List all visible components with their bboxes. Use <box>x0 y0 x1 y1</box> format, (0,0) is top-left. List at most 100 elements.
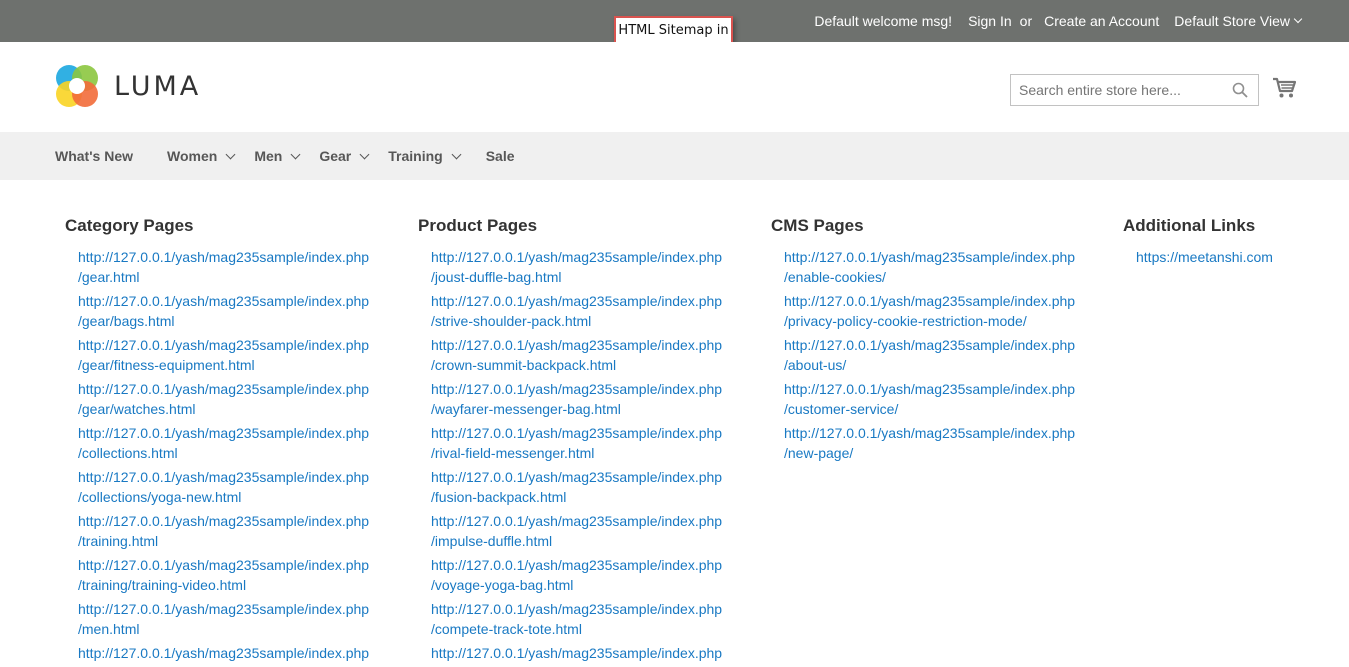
nav-item-women[interactable]: Women <box>167 148 236 164</box>
sitemap-link-anchor[interactable]: http://127.0.0.1/yash/mag235sample/index… <box>431 247 758 287</box>
create-account-link[interactable]: Create an Account <box>1044 13 1159 29</box>
nav-label: Women <box>167 148 218 164</box>
sitemap-link-anchor[interactable]: http://127.0.0.1/yash/mag235sample/index… <box>78 423 405 463</box>
sitemap-link-anchor[interactable]: http://127.0.0.1/yash/mag235sample/index… <box>78 643 405 663</box>
link-text-line-1: http://127.0.0.1/yash/mag235sample/index… <box>78 513 370 529</box>
column-heading: Product Pages <box>418 216 538 235</box>
sitemap-link-anchor[interactable]: http://127.0.0.1/yash/mag235sample/index… <box>78 555 405 595</box>
sitemap-link-anchor[interactable]: http://127.0.0.1/yash/mag235sample/index… <box>431 379 758 419</box>
sitemap-link[interactable]: http://127.0.0.1/yash/mag235sample/index… <box>784 379 1111 419</box>
sitemap-link-anchor[interactable]: http://127.0.0.1/yash/mag235sample/index… <box>431 643 758 663</box>
sitemap-link-anchor[interactable]: http://127.0.0.1/yash/mag235sample/index… <box>78 291 405 331</box>
sitemap-link-anchor[interactable]: https://meetanshi.com <box>1136 247 1343 267</box>
chevron-down-icon <box>225 149 236 159</box>
sitemap-link-anchor[interactable]: http://127.0.0.1/yash/mag235sample/index… <box>784 423 1111 463</box>
sitemap-link[interactable]: http://127.0.0.1/yash/mag235sample/index… <box>431 643 758 663</box>
sitemap-link-anchor[interactable]: http://127.0.0.1/yash/mag235sample/index… <box>431 291 758 331</box>
sitemap-link-anchor[interactable]: http://127.0.0.1/yash/mag235sample/index… <box>78 335 405 375</box>
link-text-line-1: http://127.0.0.1/yash/mag235sample/index… <box>78 469 370 485</box>
store-switcher[interactable]: Default Store View <box>1174 13 1303 29</box>
sitemap-link-anchor[interactable]: http://127.0.0.1/yash/mag235sample/index… <box>431 555 758 595</box>
logo[interactable]: LUMA <box>55 64 201 108</box>
welcome-message: Default welcome msg! <box>814 13 953 29</box>
sitemap-link-anchor[interactable]: http://127.0.0.1/yash/mag235sample/index… <box>784 291 1111 331</box>
sitemap-link[interactable]: http://127.0.0.1/yash/mag235sample/index… <box>78 467 405 507</box>
link-text-line-1: http://127.0.0.1/yash/mag235sample/index… <box>78 425 370 441</box>
nav-item-sale[interactable]: Sale <box>486 148 515 164</box>
sitemap-link-anchor[interactable]: http://127.0.0.1/yash/mag235sample/index… <box>431 335 758 375</box>
sitemap-link[interactable]: http://127.0.0.1/yash/mag235sample/index… <box>431 511 758 551</box>
link-text-line-1: http://127.0.0.1/yash/mag235sample/index… <box>431 645 723 661</box>
sign-in-link[interactable]: Sign In <box>968 13 1012 29</box>
search-icon[interactable] <box>1232 82 1248 98</box>
link-list: http://127.0.0.1/yash/mag235sample/index… <box>418 247 758 663</box>
sitemap-link[interactable]: http://127.0.0.1/yash/mag235sample/index… <box>784 423 1111 463</box>
link-text-line-2: /crown-summit-backpack.html <box>431 357 617 373</box>
sitemap-link-anchor[interactable]: http://127.0.0.1/yash/mag235sample/index… <box>431 423 758 463</box>
nav-label: Gear <box>319 148 352 164</box>
sitemap-link[interactable]: http://127.0.0.1/yash/mag235sample/index… <box>784 291 1111 331</box>
store-view-label: Default Store View <box>1174 13 1290 29</box>
luma-logo-icon <box>55 64 99 108</box>
link-text-line-1: http://127.0.0.1/yash/mag235sample/index… <box>784 249 1076 265</box>
main-navigation: What's New Women Men Gear Training Sale <box>0 132 1349 180</box>
sitemap-link-anchor[interactable]: http://127.0.0.1/yash/mag235sample/index… <box>431 599 758 639</box>
link-text-line-2: /privacy-policy-cookie-restriction-mode/ <box>784 313 1027 329</box>
sitemap-link[interactable]: http://127.0.0.1/yash/mag235sample/index… <box>78 511 405 551</box>
sitemap-link-anchor[interactable]: http://127.0.0.1/yash/mag235sample/index… <box>78 379 405 419</box>
sitemap-link-anchor[interactable]: http://127.0.0.1/yash/mag235sample/index… <box>784 379 1111 419</box>
shopping-cart-icon[interactable] <box>1272 77 1296 99</box>
link-text-line-2: /voyage-yoga-bag.html <box>431 577 574 593</box>
nav-item-whats-new[interactable]: What's New <box>55 148 133 164</box>
link-text-line-1: http://127.0.0.1/yash/mag235sample/index… <box>431 601 723 617</box>
link-text-line-2: /gear/watches.html <box>78 401 196 417</box>
or-separator: or <box>1019 13 1033 29</box>
nav-item-men[interactable]: Men <box>254 148 301 164</box>
link-list: https://meetanshi.com <box>1123 247 1343 267</box>
sitemap-link[interactable]: http://127.0.0.1/yash/mag235sample/index… <box>78 599 405 639</box>
link-text-line-1: http://127.0.0.1/yash/mag235sample/index… <box>784 337 1076 353</box>
sitemap-column-product: Product Pages http://127.0.0.1/yash/mag2… <box>418 216 758 667</box>
sitemap-link[interactable]: http://127.0.0.1/yash/mag235sample/index… <box>431 379 758 419</box>
column-heading: Category Pages <box>65 216 194 235</box>
sitemap-link-anchor[interactable]: http://127.0.0.1/yash/mag235sample/index… <box>431 467 758 507</box>
sitemap-link[interactable]: http://127.0.0.1/yash/mag235sample/index… <box>78 335 405 375</box>
sitemap-link[interactable]: http://127.0.0.1/yash/mag235sample/index… <box>431 335 758 375</box>
sitemap-link[interactable]: http://127.0.0.1/yash/mag235sample/index… <box>78 379 405 419</box>
sitemap-link[interactable]: http://127.0.0.1/yash/mag235sample/index… <box>431 599 758 639</box>
sitemap-link-anchor[interactable]: http://127.0.0.1/yash/mag235sample/index… <box>431 511 758 551</box>
sitemap-link-anchor[interactable]: http://127.0.0.1/yash/mag235sample/index… <box>78 467 405 507</box>
sitemap-link[interactable]: http://127.0.0.1/yash/mag235sample/index… <box>431 555 758 595</box>
link-text-line-1: http://127.0.0.1/yash/mag235sample/index… <box>78 381 370 397</box>
chevron-down-icon <box>451 149 462 159</box>
sitemap-link[interactable]: http://127.0.0.1/yash/mag235sample/index… <box>784 247 1111 287</box>
sitemap-link-anchor[interactable]: http://127.0.0.1/yash/mag235sample/index… <box>78 599 405 639</box>
logo-text: LUMA <box>114 70 202 102</box>
link-text-line-2: /fusion-backpack.html <box>431 489 567 505</box>
link-text-line-2: /gear/bags.html <box>78 313 175 329</box>
sitemap-link[interactable]: http://127.0.0.1/yash/mag235sample/index… <box>78 423 405 463</box>
sitemap-link[interactable]: http://127.0.0.1/yash/mag235sample/index… <box>431 423 758 463</box>
link-text-line-2: /training.html <box>78 533 159 549</box>
sitemap-link-anchor[interactable]: http://127.0.0.1/yash/mag235sample/index… <box>784 335 1111 375</box>
page-header: LUMA <box>0 42 1349 132</box>
sitemap-link[interactable]: http://127.0.0.1/yash/mag235sample/index… <box>784 335 1111 375</box>
sitemap-link[interactable]: http://127.0.0.1/yash/mag235sample/index… <box>431 247 758 287</box>
search-box <box>1010 74 1259 106</box>
search-input[interactable] <box>1011 75 1221 105</box>
link-text-line-2: /about-us/ <box>784 357 847 373</box>
sitemap-link[interactable]: http://127.0.0.1/yash/mag235sample/index… <box>78 643 405 663</box>
sitemap-link[interactable]: http://127.0.0.1/yash/mag235sample/index… <box>78 555 405 595</box>
nav-item-training[interactable]: Training <box>388 148 462 164</box>
sitemap-link-anchor[interactable]: http://127.0.0.1/yash/mag235sample/index… <box>784 247 1111 287</box>
sitemap-link[interactable]: http://127.0.0.1/yash/mag235sample/index… <box>78 247 405 287</box>
sitemap-link[interactable]: http://127.0.0.1/yash/mag235sample/index… <box>431 467 758 507</box>
sitemap-link-anchor[interactable]: http://127.0.0.1/yash/mag235sample/index… <box>78 247 405 287</box>
sitemap-link[interactable]: http://127.0.0.1/yash/mag235sample/index… <box>78 291 405 331</box>
sitemap-link[interactable]: https://meetanshi.com <box>1136 247 1343 267</box>
nav-item-gear[interactable]: Gear <box>319 148 370 164</box>
link-text-line-2: /rival-field-messenger.html <box>431 445 595 461</box>
sitemap-link-anchor[interactable]: http://127.0.0.1/yash/mag235sample/index… <box>78 511 405 551</box>
link-text-line-2: /enable-cookies/ <box>784 269 886 285</box>
sitemap-link[interactable]: http://127.0.0.1/yash/mag235sample/index… <box>431 291 758 331</box>
